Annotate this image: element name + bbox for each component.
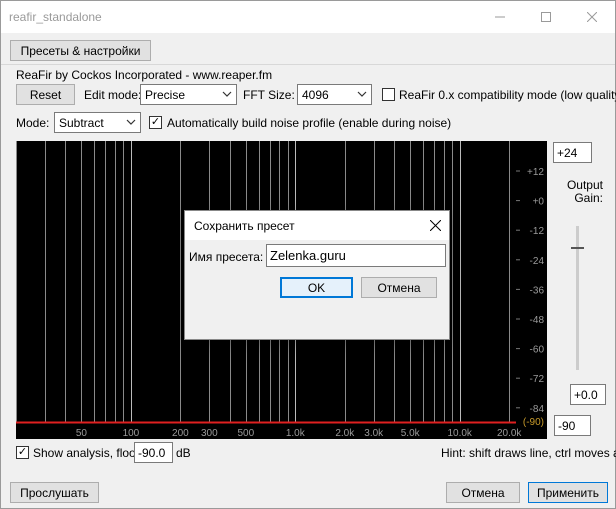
cancel-button[interactable]: Отмена bbox=[446, 482, 520, 503]
hint-text: Hint: shift draws line, ctrl moves all bbox=[441, 446, 616, 460]
db-label: -72 bbox=[530, 374, 545, 385]
fft-size-label: FFT Size: bbox=[243, 88, 295, 102]
presets-settings-button[interactable]: Пресеты & настройки bbox=[10, 40, 151, 61]
chevron-down-icon bbox=[357, 91, 367, 97]
freq-label: 1.0k bbox=[286, 428, 306, 439]
reset-button[interactable]: Reset bbox=[16, 84, 75, 105]
freq-label: 50 bbox=[76, 428, 88, 439]
close-button[interactable] bbox=[569, 1, 615, 33]
autobuild-label: Automatically build noise profile (enabl… bbox=[167, 116, 452, 130]
freq-label: 200 bbox=[172, 428, 189, 439]
analysis-floor-input[interactable]: -90.0 bbox=[134, 442, 173, 463]
db-label: +0 bbox=[533, 197, 545, 208]
db-label: +12 bbox=[527, 167, 544, 178]
freq-label: 3.0k bbox=[364, 428, 384, 439]
plugin-header: ReaFir by Cockos Incorporated - www.reap… bbox=[16, 68, 273, 82]
preset-name-label: Имя пресета: bbox=[189, 250, 264, 264]
main-window: reafir_standalone Пресеты & настройки Re… bbox=[0, 0, 616, 509]
maximize-icon bbox=[541, 12, 551, 22]
db-label: -36 bbox=[530, 285, 545, 296]
compat-mode-checkbox[interactable] bbox=[382, 88, 395, 101]
mode-label: Mode: bbox=[16, 116, 50, 130]
mode-select[interactable]: Subtract bbox=[54, 112, 141, 133]
dialog-title: Сохранить пресет bbox=[194, 219, 295, 233]
freq-label: 300 bbox=[201, 428, 218, 439]
db-label: -12 bbox=[530, 226, 545, 237]
floor-gain-input[interactable]: -90 bbox=[554, 415, 591, 436]
floor-marker-label: (-90) bbox=[523, 417, 544, 428]
db-label: -84 bbox=[530, 404, 545, 415]
edit-mode-label: Edit mode: bbox=[84, 88, 142, 102]
chevron-down-icon bbox=[126, 119, 136, 125]
maximize-button[interactable] bbox=[523, 1, 569, 33]
freq-label: 20.0k bbox=[497, 428, 522, 439]
freq-label: 2.0k bbox=[335, 428, 355, 439]
db-label: -24 bbox=[530, 256, 545, 267]
gain-slider-thumb[interactable] bbox=[571, 247, 584, 249]
close-icon[interactable] bbox=[430, 220, 441, 231]
chevron-down-icon bbox=[222, 91, 232, 97]
dialog-ok-button[interactable]: OK bbox=[280, 277, 353, 298]
save-preset-dialog: Сохранить пресет Имя пресета: Zelenka.gu… bbox=[184, 210, 450, 340]
autobuild-checkbox[interactable]: ✓ bbox=[149, 116, 162, 129]
dialog-title-bar: Сохранить пресет bbox=[185, 211, 449, 240]
db-label: -48 bbox=[530, 315, 545, 326]
fft-size-select[interactable]: 4096 bbox=[297, 84, 372, 105]
apply-button[interactable]: Применить bbox=[528, 482, 608, 503]
title-bar: reafir_standalone bbox=[1, 1, 615, 33]
freq-label: 10.0k bbox=[447, 428, 472, 439]
db-label: -60 bbox=[530, 345, 545, 356]
dialog-cancel-button[interactable]: Отмена bbox=[361, 277, 437, 298]
fft-size-value: 4096 bbox=[302, 87, 329, 102]
window-title: reafir_standalone bbox=[9, 10, 102, 24]
edit-mode-select[interactable]: Precise bbox=[140, 84, 237, 105]
minimize-icon bbox=[495, 16, 505, 18]
show-analysis-label: Show analysis, floor: bbox=[33, 446, 144, 460]
mode-value: Subtract bbox=[59, 115, 104, 130]
close-icon bbox=[587, 12, 597, 22]
minimize-button[interactable] bbox=[477, 1, 523, 33]
preset-name-input[interactable]: Zelenka.guru bbox=[266, 244, 446, 267]
show-analysis-checkbox[interactable]: ✓ bbox=[16, 446, 29, 459]
listen-button[interactable]: Прослушать bbox=[10, 482, 99, 503]
gain-max-input[interactable]: +24 bbox=[553, 142, 592, 163]
freq-label: 500 bbox=[237, 428, 254, 439]
gain-value-input[interactable]: +0.0 bbox=[570, 384, 606, 405]
db-unit-label: dB bbox=[176, 446, 191, 460]
compat-mode-label: ReaFir 0.x compatibility mode (low quali… bbox=[399, 88, 616, 102]
freq-label: 100 bbox=[123, 428, 140, 439]
edit-mode-value: Precise bbox=[145, 87, 186, 102]
output-gain-label: Output Gain: bbox=[566, 178, 603, 205]
freq-label: 5.0k bbox=[401, 428, 421, 439]
divider bbox=[1, 64, 615, 65]
